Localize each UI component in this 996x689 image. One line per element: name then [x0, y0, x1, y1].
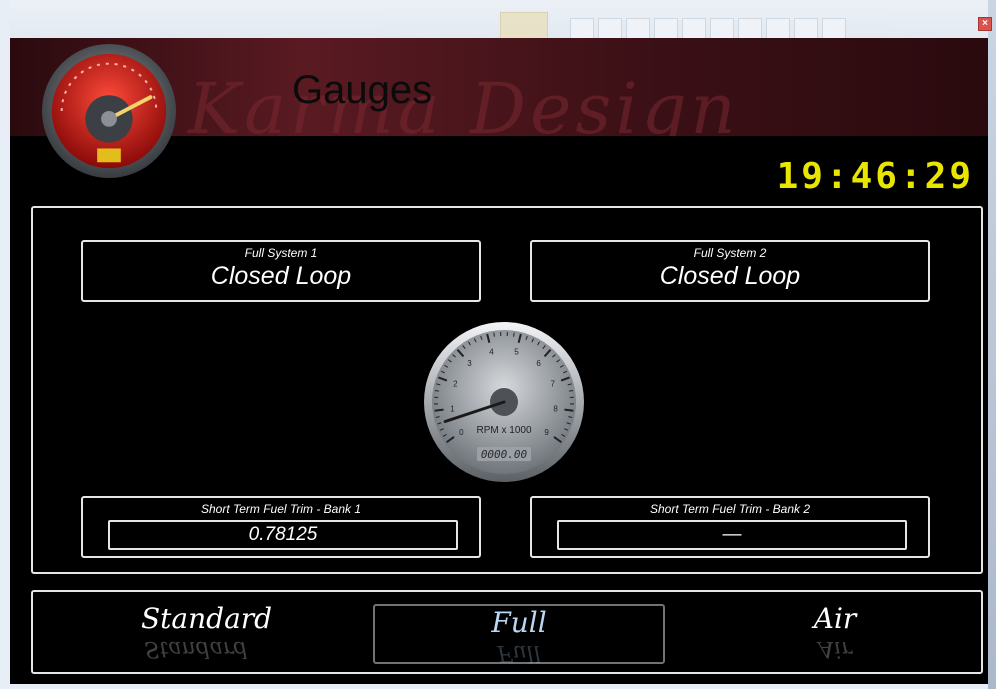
mode-selector: Standard Standard Full Full Air Air: [31, 590, 983, 674]
mode-standard-reflection: Standard: [144, 636, 248, 661]
gauge-tick-label: 8: [553, 405, 558, 414]
gauge-major-tick: [434, 408, 444, 412]
fuel-trim-bank-1-label: Short Term Fuel Trim - Bank 1: [200, 502, 362, 516]
clock-display: 19:46:29: [776, 156, 974, 197]
mode-full-button[interactable]: Full Full: [373, 604, 665, 665]
gauge-minor-tick: [434, 390, 439, 392]
readings-panel: Full System 1 Closed Loop Full System 2 …: [31, 206, 983, 574]
mode-standard-button[interactable]: Standard Standard: [141, 602, 272, 661]
speedometer-logo-icon: [41, 43, 177, 179]
fuel-system-1-value: Closed Loop: [210, 262, 352, 290]
fuel-trim-bank-1-value: 0.78125: [108, 520, 458, 550]
mode-full-label: Full: [491, 606, 547, 639]
mode-full-reflection: Full: [497, 640, 541, 665]
gauge-tick-label: 1: [450, 405, 455, 414]
gauge-major-tick: [564, 408, 574, 412]
gauge-minor-tick: [569, 390, 574, 392]
close-button[interactable]: ×: [978, 17, 992, 31]
gauge-minor-tick: [513, 332, 515, 337]
gauge-tick-label: 0: [459, 428, 464, 437]
mode-air-button[interactable]: Air Air: [805, 602, 865, 661]
gauge-tick-label: 9: [544, 428, 549, 437]
mode-standard-label: Standard: [141, 602, 273, 635]
fuel-trim-bank-2-label: Short Term Fuel Trim - Bank 2: [649, 502, 811, 516]
gauge-tick-label: 2: [453, 380, 458, 389]
brand-watermark: Karma Design: [188, 68, 740, 136]
fuel-system-2-label: Full System 2: [693, 246, 767, 260]
fuel-system-2-box: Full System 2 Closed Loop: [530, 240, 930, 302]
mode-air-label: Air: [813, 602, 857, 635]
gauge-tick-label: 6: [536, 359, 541, 368]
rpm-readout: 0000.00: [481, 448, 528, 461]
gauge-minor-tick: [493, 332, 495, 337]
fuel-system-1-label: Full System 1: [244, 246, 318, 260]
gauge-tick-label: 3: [467, 359, 472, 368]
window-frame: [988, 0, 996, 689]
rpm-unit-label: RPM x 1000: [476, 425, 531, 436]
gauge-tick-label: 5: [514, 348, 519, 357]
rpm-gauge: 0 1 2 3 4 5 6 7 8 9 RPM x 1000 0000.00: [424, 322, 584, 482]
gauge-tick-label: 7: [550, 380, 555, 389]
mode-air-reflection: Air: [818, 636, 852, 661]
fuel-trim-bank-2-value: —: [557, 520, 907, 550]
ribbon-ghost-palette: [570, 18, 846, 40]
app-window: × Karma Design Gauges 19:46:29 Full Syst…: [0, 0, 996, 689]
gauge-tick-label: 4: [489, 348, 494, 357]
fuel-trim-bank-1-box: Short Term Fuel Trim - Bank 1 0.78125: [81, 496, 481, 558]
fuel-system-2-value: Closed Loop: [659, 262, 801, 290]
fuel-trim-bank-2-box: Short Term Fuel Trim - Bank 2 —: [530, 496, 930, 558]
fuel-system-1-box: Full System 1 Closed Loop: [81, 240, 481, 302]
page-title: Gauges: [292, 68, 433, 112]
